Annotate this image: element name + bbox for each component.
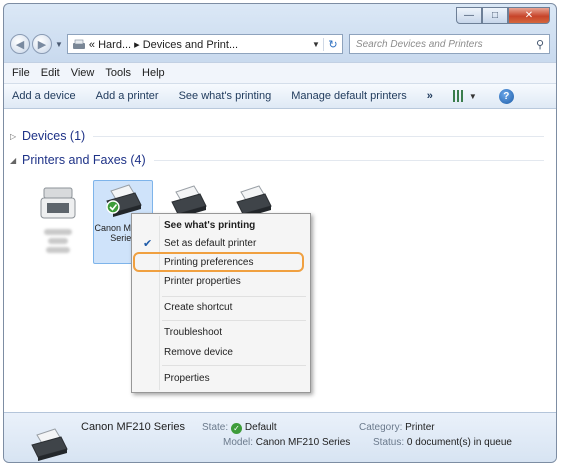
menu-bar: File Edit View Tools Help — [4, 62, 556, 83]
printers-group-header[interactable]: ◢ Printers and Faxes (4) — [10, 153, 544, 167]
menu-item-remove-device[interactable]: Remove device — [134, 343, 308, 363]
menu-help[interactable]: Help — [142, 67, 165, 79]
menu-separator — [162, 365, 306, 366]
change-view-icon[interactable] — [452, 90, 465, 102]
back-button[interactable]: ◀ — [10, 34, 30, 54]
devices-group-label: Devices (1) — [22, 129, 86, 143]
multifunction-printer-icon — [40, 187, 76, 219]
model-value: Canon MF210 Series — [255, 437, 351, 448]
printers-group-label: Printers and Faxes (4) — [22, 153, 146, 167]
state-field: State: ✓ Default — [202, 422, 277, 434]
group-divider — [153, 159, 544, 161]
printer-name-redacted — [44, 229, 72, 235]
group-divider — [93, 135, 544, 137]
menu-separator — [162, 296, 306, 297]
default-check-icon: ✓ — [230, 423, 242, 434]
menu-tools[interactable]: Tools — [105, 67, 131, 79]
printer-name-redacted — [46, 247, 70, 253]
state-label: State: — [202, 422, 229, 433]
printer-context-menu: See what's printing ✔ Set as default pri… — [131, 213, 311, 393]
menu-item-create-shortcut[interactable]: Create shortcut — [134, 298, 308, 318]
menu-item-properties[interactable]: Properties — [134, 369, 308, 389]
address-row: ◀ ▶ ▼ « Hard... ▸ Devices and Print... ▼… — [10, 32, 550, 56]
menu-item-set-default[interactable]: ✔ Set as default printer — [134, 234, 308, 254]
model-label: Model: — [223, 437, 254, 448]
expand-arrow-icon[interactable]: ▷ — [10, 132, 22, 141]
search-icon[interactable]: ⚲ — [531, 38, 549, 51]
state-value: Default — [244, 422, 277, 433]
command-bar: Add a device Add a printer See what's pr… — [4, 83, 556, 109]
printer-icon — [31, 428, 68, 461]
category-value: Printer — [405, 422, 435, 433]
maximize-button[interactable]: □ — [482, 7, 508, 24]
add-printer-button[interactable]: Add a printer — [96, 90, 159, 102]
address-bar[interactable]: « Hard... ▸ Devices and Print... ▼ ↻ — [66, 34, 343, 54]
devices-group-header[interactable]: ▷ Devices (1) — [10, 129, 544, 143]
breadcrumb[interactable]: « Hard... ▸ Devices and Print... — [89, 38, 309, 51]
menu-view[interactable]: View — [71, 67, 95, 79]
details-pane: Canon MF210 Series State: ✓ Default Model… — [4, 412, 556, 462]
minimize-button[interactable]: — — [456, 7, 482, 24]
refresh-icon[interactable]: ↻ — [322, 37, 342, 51]
add-device-button[interactable]: Add a device — [12, 90, 76, 102]
view-options-dropdown-icon[interactable]: ▼ — [469, 92, 477, 101]
collapse-arrow-icon[interactable]: ◢ — [10, 156, 22, 165]
close-button[interactable]: ✕ — [508, 7, 550, 24]
address-dropdown-icon[interactable]: ▼ — [309, 40, 323, 49]
manage-default-printers-button[interactable]: Manage default printers — [291, 90, 407, 102]
status-value: 0 document(s) in queue — [406, 437, 512, 448]
status-label: Status: — [373, 437, 405, 448]
model-field: Model: Canon MF210 Series — [223, 437, 350, 448]
menu-separator — [162, 320, 306, 321]
highlight-outline — [133, 252, 304, 272]
window-controls: — □ ✕ — [456, 7, 550, 25]
checkmark-icon: ✔ — [143, 238, 153, 250]
search-input[interactable]: Search Devices and Printers ⚲ — [348, 34, 550, 54]
menu-item-label: Set as default printer — [164, 238, 257, 249]
menu-item-troubleshoot[interactable]: Troubleshoot — [134, 323, 308, 343]
status-field: Status: 0 document(s) in queue — [373, 437, 512, 448]
menu-item-see-what-printing[interactable]: See what's printing — [134, 216, 308, 236]
see-printing-button[interactable]: See what's printing — [179, 90, 272, 102]
printer-device[interactable] — [28, 184, 88, 258]
printer-name-redacted — [48, 238, 68, 244]
more-commands-button[interactable]: » — [427, 90, 433, 102]
search-placeholder: Search Devices and Printers — [355, 38, 483, 50]
menu-file[interactable]: File — [12, 67, 30, 79]
help-icon[interactable]: ? — [498, 88, 514, 104]
details-printer-name: Canon MF210 Series — [81, 421, 185, 433]
category-field: Category: Printer — [359, 422, 435, 433]
printer-folder-icon — [72, 39, 85, 49]
forward-button[interactable]: ▶ — [32, 34, 52, 54]
menu-item-printer-properties[interactable]: Printer properties — [134, 272, 308, 292]
category-label: Category: — [359, 422, 403, 433]
recent-pages-dropdown[interactable]: ▼ — [55, 40, 63, 49]
menu-edit[interactable]: Edit — [41, 67, 60, 79]
